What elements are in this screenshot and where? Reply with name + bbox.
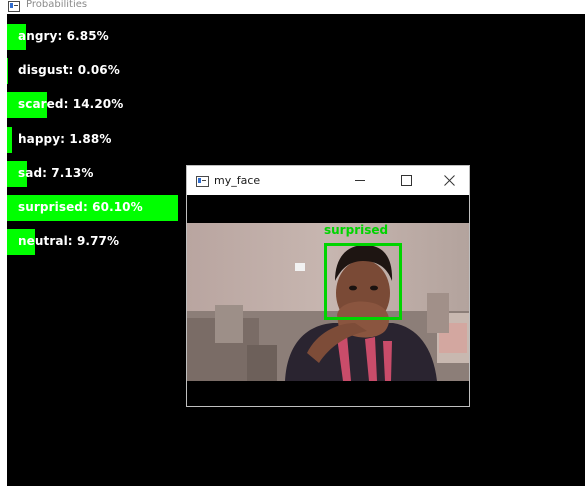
probability-label: disgust: 0.06% <box>18 63 120 78</box>
probability-label: happy: 1.88% <box>18 131 112 146</box>
face-bounding-box <box>324 243 402 320</box>
probability-label: sad: 7.13% <box>18 165 94 180</box>
minimize-button[interactable] <box>337 166 383 195</box>
probabilities-window: Probabilities angry: 6.85% disgust: 0.06%… <box>0 0 585 486</box>
probability-label: angry: 6.85% <box>18 29 109 43</box>
probability-bar <box>7 126 13 153</box>
app-window-icon <box>196 176 209 187</box>
probability-bar <box>7 58 8 85</box>
window-title: Probabilities <box>26 0 88 10</box>
my-face-window: my_face surprised <box>186 165 470 407</box>
my-face-title: my_face <box>214 174 261 187</box>
maximize-button[interactable] <box>383 166 429 195</box>
probability-label: neutral: 9.77% <box>18 234 120 249</box>
app-window-icon <box>8 1 20 12</box>
close-icon <box>444 175 455 186</box>
probability-label: surprised: 60.10% <box>18 200 143 214</box>
close-button[interactable] <box>429 166 469 195</box>
my-face-titlebar[interactable]: my_face <box>187 166 469 195</box>
detected-emotion-label: surprised <box>324 223 389 237</box>
video-frame: surprised <box>187 195 469 406</box>
probabilities-titlebar[interactable]: Probabilities <box>0 0 585 14</box>
probability-label: scared: 14.20% <box>18 97 124 112</box>
